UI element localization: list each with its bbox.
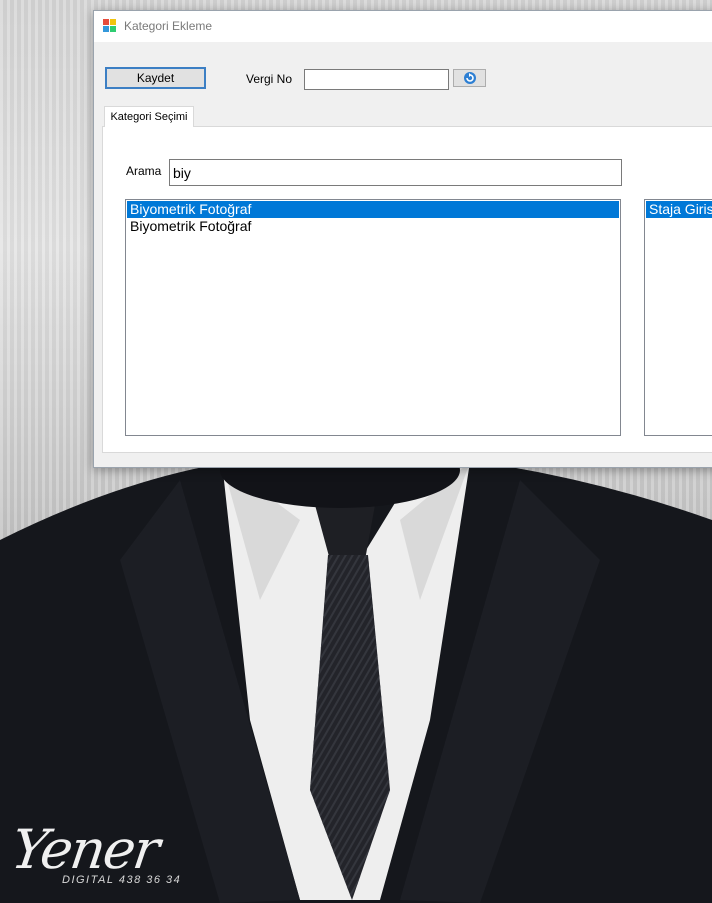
- save-button[interactable]: Kaydet: [105, 67, 206, 89]
- refresh-button[interactable]: [453, 69, 486, 87]
- refresh-icon: [463, 72, 476, 84]
- window-title: Kategori Ekleme: [124, 19, 213, 33]
- search-label: Arama: [126, 164, 162, 178]
- vergi-no-field[interactable]: [304, 69, 449, 90]
- studio-logo: Yener DIGITAL 438 36 34: [4, 818, 214, 898]
- tab-kategori-secimi[interactable]: Kategori Seçimi: [104, 106, 194, 127]
- title-bar[interactable]: Kategori Ekleme: [94, 11, 712, 43]
- category-list-left[interactable]: Biyometrik Fotoğraf Biyometrik Fotoğraf: [125, 199, 621, 436]
- vergi-no-label: Vergi No: [246, 72, 293, 86]
- list-item[interactable]: Staja Giris: [646, 201, 712, 218]
- app-grid-icon: [103, 19, 117, 33]
- list-item[interactable]: Biyometrik Fotoğraf: [127, 218, 619, 235]
- kategori-ekleme-window: Kategori Ekleme Kaydet Vergi No Kategori…: [93, 10, 712, 468]
- logo-script: Yener: [7, 818, 162, 881]
- logo-subtitle: DIGITAL 438 36 34: [62, 874, 182, 886]
- search-input[interactable]: [169, 159, 622, 186]
- list-item[interactable]: Biyometrik Fotoğraf: [127, 201, 619, 218]
- category-list-right[interactable]: Staja Giris: [644, 199, 712, 436]
